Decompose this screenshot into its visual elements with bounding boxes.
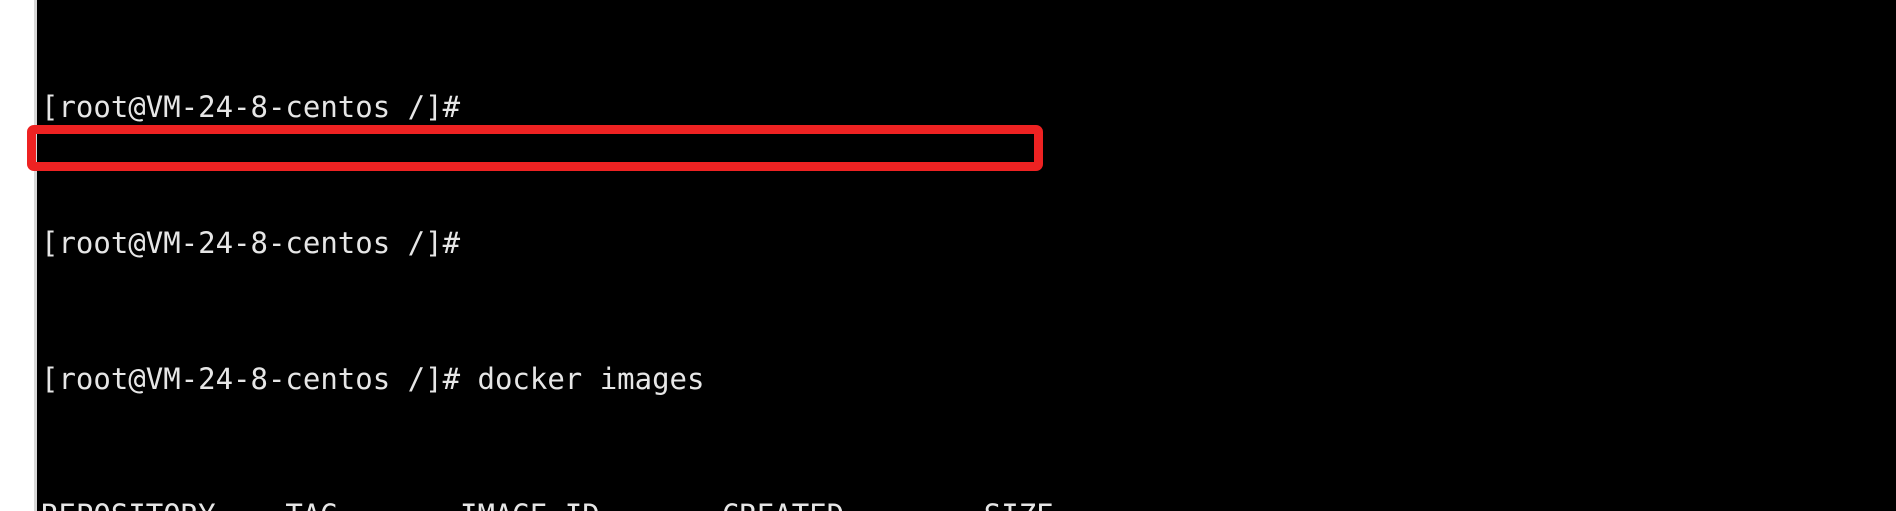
terminal-line-prompt-1: [root@VM-24-8-centos /]# xyxy=(41,90,461,124)
terminal-output: [root@VM-24-8-centos /]# [root@VM-24-8-c… xyxy=(41,0,1071,511)
terminal-line-command: [root@VM-24-8-centos /]# docker images xyxy=(41,362,705,396)
terminal-screenshot: [root@VM-24-8-centos /]# [root@VM-24-8-c… xyxy=(0,0,1896,511)
docker-images-header-row: REPOSITORY TAG IMAGE ID CREATED SIZE xyxy=(41,498,1071,511)
page-left-margin xyxy=(0,0,34,511)
terminal-window[interactable]: [root@VM-24-8-centos /]# [root@VM-24-8-c… xyxy=(37,0,1896,511)
terminal-line-prompt-2: [root@VM-24-8-centos /]# xyxy=(41,226,461,260)
